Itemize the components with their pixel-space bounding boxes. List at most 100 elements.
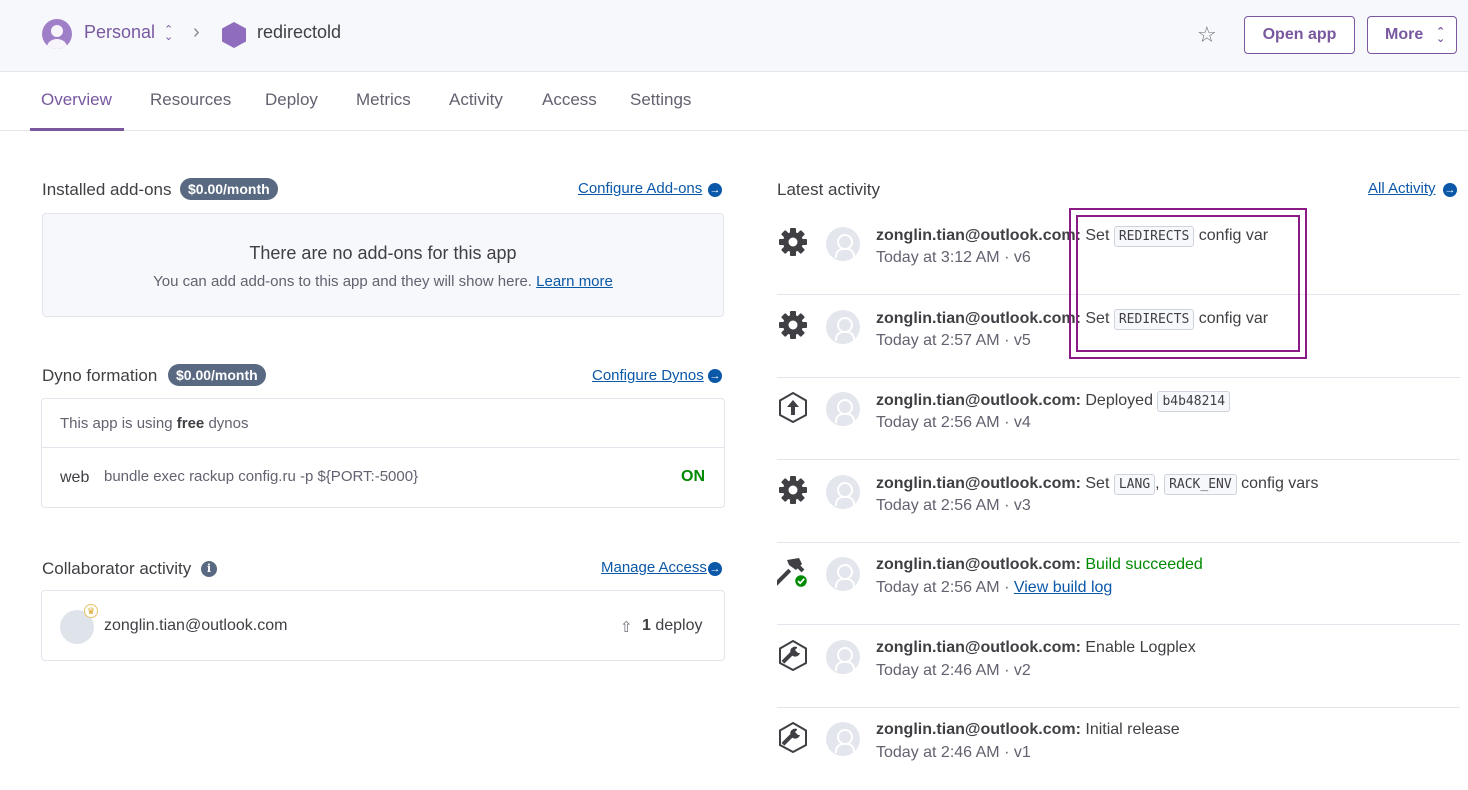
tab-metrics[interactable]: Metrics <box>356 90 411 110</box>
configure-dynos-link[interactable]: Configure Dynos <box>592 367 704 384</box>
gear-icon <box>779 476 807 504</box>
tab-access[interactable]: Access <box>542 90 597 110</box>
gear-icon <box>779 228 807 256</box>
deploy-word: deploy <box>655 617 703 634</box>
activity-time: Today at 3:12 AM · v6 <box>876 249 1031 266</box>
dyno-command: bundle exec rackup config.ru -p ${PORT:-… <box>104 468 419 485</box>
more-button-label: More <box>1385 26 1424 43</box>
activity-action-suffix: config vars <box>1241 475 1319 492</box>
activity-item: zonglin.tian@outlook.com: Build succeede… <box>777 543 1460 625</box>
learn-more-link[interactable]: Learn more <box>536 273 613 290</box>
manage-access-link[interactable]: Manage Access <box>601 559 707 576</box>
activity-user: zonglin.tian@outlook.com: <box>876 639 1081 656</box>
activity-time: Today at 2:57 AM · v5 <box>876 332 1031 349</box>
deploy-count: 1 <box>642 617 651 634</box>
active-tab-indicator <box>30 128 124 131</box>
activity-user: zonglin.tian@outlook.com: <box>876 475 1081 492</box>
collaborator-activity-title: Collaborator activity <box>42 559 192 578</box>
activity-item: zonglin.tian@outlook.com: Enable Logplex… <box>777 626 1460 708</box>
app-name[interactable]: redirectold <box>257 22 341 43</box>
arrow-right-circle-icon[interactable]: → <box>708 369 722 383</box>
dyno-usage-suffix: dynos <box>208 415 249 432</box>
activity-description: zonglin.tian@outlook.com: Enable Logplex <box>876 639 1196 657</box>
collaborator-deploy-count: 1 deploy <box>642 617 703 635</box>
arrow-right-circle-icon[interactable]: → <box>1443 183 1457 197</box>
tab-settings[interactable]: Settings <box>630 90 691 110</box>
activity-user: zonglin.tian@outlook.com: <box>876 556 1081 573</box>
arrow-right-circle-icon[interactable]: → <box>708 183 722 197</box>
view-build-log-link[interactable]: View build log <box>1014 579 1112 596</box>
breadcrumb-chevron-icon: › <box>193 21 200 43</box>
tab-activity[interactable]: Activity <box>449 90 503 110</box>
dyno-state: ON <box>681 468 705 485</box>
activity-item: zonglin.tian@outlook.com: Initial releas… <box>777 708 1460 790</box>
dyno-formation-title: Dyno formation <box>42 366 158 385</box>
latest-activity-title: Latest activity <box>777 180 880 199</box>
team-switcher-updown-icon[interactable]: ⌃ ⌄ <box>164 25 173 43</box>
deploy-icon <box>779 391 807 423</box>
activity-action: Initial release <box>1085 721 1180 738</box>
activity-user: zonglin.tian@outlook.com: <box>876 721 1081 738</box>
tab-deploy[interactable]: Deploy <box>265 90 318 110</box>
app-hexagon-icon <box>222 22 246 48</box>
highlight-annotation-box <box>1069 208 1307 359</box>
addons-empty-message: You can add add-ons to this app and they… <box>153 273 532 290</box>
activity-user: zonglin.tian@outlook.com: <box>876 310 1081 327</box>
code-separator: , <box>1155 475 1160 492</box>
app-tabs: Overview Resources Deploy Metrics Activi… <box>0 72 1468 131</box>
activity-time-row: Today at 2:56 AM · View build log <box>876 579 1112 597</box>
activity-time: Today at 2:56 AM · <box>876 579 1010 596</box>
user-avatar <box>826 227 860 261</box>
top-bar: Personal ⌃ ⌄ › redirectold ☆ Open app Mor… <box>0 0 1468 72</box>
wrench-icon <box>779 639 807 671</box>
all-activity-link[interactable]: All Activity <box>1368 180 1436 197</box>
tab-resources[interactable]: Resources <box>150 90 231 110</box>
open-app-button[interactable]: Open app <box>1244 16 1355 54</box>
dyno-panel: This app is using free dynos web bundle … <box>41 398 725 508</box>
activity-time: Today at 2:56 AM · v4 <box>876 414 1031 431</box>
activity-action: Set <box>1085 475 1110 492</box>
build-success-icon <box>777 558 809 588</box>
arrow-right-circle-icon[interactable]: → <box>708 562 722 576</box>
gear-icon <box>779 311 807 339</box>
activity-user: zonglin.tian@outlook.com: <box>876 392 1081 409</box>
addons-empty-panel: There are no add-ons for this app You ca… <box>42 213 724 317</box>
config-var-code: RACK_ENV <box>1164 474 1237 495</box>
deploy-icon: ⇧ <box>620 619 633 636</box>
dyno-usage-row: This app is using free dynos <box>42 399 724 448</box>
collaborator-panel: ♛ zonglin.tian@outlook.com ⇧ 1 deploy <box>41 590 725 661</box>
dyno-process-type: web <box>60 469 90 486</box>
addons-empty-title: There are no add-ons for this app <box>249 243 517 263</box>
activity-user: zonglin.tian@outlook.com: <box>876 227 1081 244</box>
activity-time: Today at 2:56 AM · v3 <box>876 497 1031 514</box>
dyno-usage-tier: free <box>176 415 205 432</box>
info-icon[interactable]: i <box>201 561 217 577</box>
activity-description: zonglin.tian@outlook.com: Build succeede… <box>876 556 1203 574</box>
more-updown-icon: ⌃ ⌄ <box>1436 26 1446 45</box>
activity-action: Deployed <box>1085 392 1153 409</box>
dyno-usage-prefix: This app is using <box>60 415 173 432</box>
wrench-icon <box>779 721 807 753</box>
configure-addons-link[interactable]: Configure Add-ons <box>578 180 702 197</box>
collaborator-email[interactable]: zonglin.tian@outlook.com <box>104 617 287 635</box>
user-avatar <box>826 310 860 344</box>
tab-overview[interactable]: Overview <box>41 90 112 110</box>
personal-avatar-icon[interactable] <box>42 19 72 49</box>
activity-item: zonglin.tian@outlook.com: Deployed b4b48… <box>777 378 1460 460</box>
team-switcher[interactable]: Personal <box>84 22 155 43</box>
user-avatar <box>826 722 860 756</box>
addons-cost-badge: $0.00/month <box>180 178 278 200</box>
activity-time: Today at 2:46 AM · v1 <box>876 744 1031 761</box>
owner-crown-icon: ♛ <box>84 604 98 618</box>
config-var-code: LANG <box>1113 474 1156 495</box>
user-avatar <box>826 392 860 426</box>
more-button[interactable]: More ⌃ ⌄ <box>1367 16 1457 54</box>
activity-item: zonglin.tian@outlook.com: Set LANG, RACK… <box>777 461 1460 543</box>
user-avatar <box>826 475 860 509</box>
activity-description: zonglin.tian@outlook.com: Initial releas… <box>876 721 1180 739</box>
favorite-star-icon[interactable]: ☆ <box>1197 22 1217 48</box>
dyno-cost-badge: $0.00/month <box>168 364 266 386</box>
activity-time: Today at 2:46 AM · v2 <box>876 662 1031 679</box>
activity-action: Enable Logplex <box>1085 639 1196 656</box>
user-avatar <box>826 557 860 591</box>
